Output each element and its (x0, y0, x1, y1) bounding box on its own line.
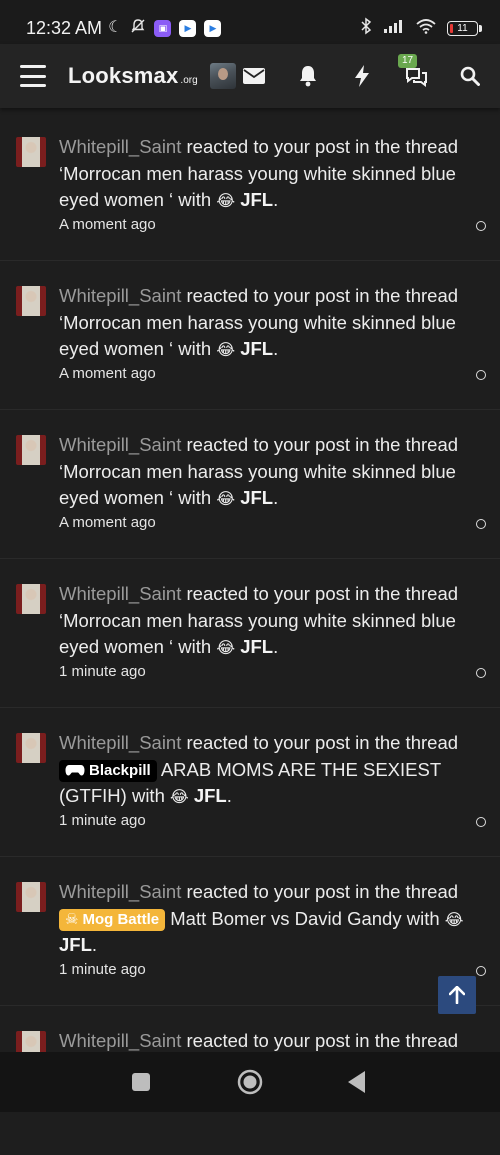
reaction-name: JFL (240, 189, 274, 210)
mark-read-toggle[interactable] (476, 817, 486, 827)
back-button[interactable] (348, 1071, 366, 1098)
mark-read-toggle[interactable] (476, 668, 486, 678)
thread-link[interactable]: Matt Bomer vs David Gandy (165, 908, 401, 929)
thread-prefix-blackpill[interactable]: Blackpill (59, 759, 157, 782)
notification-item[interactable]: Whitepill_Saint reacted to your post in … (0, 261, 500, 410)
bluetooth-icon (359, 17, 373, 40)
twitch-app-icon: ▣ (154, 19, 172, 37)
notification-item[interactable]: Whitepill_Saint reacted to your post in … (0, 410, 500, 559)
bell-icon[interactable] (296, 64, 320, 88)
notification-time: A moment ago (59, 216, 156, 233)
username-link[interactable]: Whitepill_Saint (59, 881, 181, 902)
notification-text: Whitepill_Saint reacted to your post in … (59, 881, 464, 955)
joy-emoji-icon: 😂 (216, 640, 236, 657)
user-avatar[interactable] (209, 63, 236, 89)
username-link[interactable]: Whitepill_Saint (59, 285, 181, 306)
conversations-badge: 17 (398, 54, 418, 68)
skull-icon: ☠ (65, 910, 79, 928)
username-link[interactable]: Whitepill_Saint (59, 732, 181, 753)
notification-item[interactable]: Whitepill_Saint reacted to your post in … (0, 708, 500, 857)
username-link[interactable]: Whitepill_Saint (59, 434, 181, 455)
reaction-name: JFL (59, 934, 92, 955)
battery-level: 11 (457, 22, 468, 34)
status-time: 12:32 AM (26, 17, 103, 38)
notification-item[interactable]: Whitepill_Saint reacted to your post in … (0, 112, 500, 261)
joy-emoji-icon: 😂 (444, 911, 464, 929)
play-store-icon-2: ▶ (204, 19, 222, 37)
notification-time: 1 minute ago (59, 812, 146, 829)
gamepad-icon (65, 764, 85, 775)
muted-notifications-icon (130, 18, 146, 39)
notification-text: Whitepill_Saint reacted to your post in … (59, 434, 459, 508)
arrow-up-icon (449, 986, 465, 1004)
battery-indicator: 11 (447, 20, 482, 36)
joy-emoji-icon: 😂 (216, 193, 236, 210)
username-link[interactable]: Whitepill_Saint (59, 1030, 181, 1051)
joy-emoji-icon: 😂 (216, 491, 236, 508)
scroll-to-top-button[interactable] (438, 976, 476, 1014)
mark-read-toggle[interactable] (476, 370, 486, 380)
thread-prefix-mog-battle[interactable]: ☠ Mog Battle (59, 908, 166, 931)
notification-time: A moment ago (59, 365, 156, 382)
notification-time: 1 minute ago (59, 961, 146, 978)
moon-icon: ☾ (108, 19, 123, 36)
notification-list: Whitepill_Saint reacted to your post in … (0, 112, 500, 1155)
reaction-name: JFL (240, 636, 274, 657)
reaction-name: JFL (240, 338, 274, 359)
reactor-avatar[interactable] (16, 286, 46, 316)
notification-text: Whitepill_Saint reacted to your post in … (59, 285, 459, 359)
notification-text: Whitepill_Saint reacted to your post in … (59, 732, 459, 806)
notification-item[interactable]: Whitepill_Saint reacted to your post in … (0, 559, 500, 708)
username-link[interactable]: Whitepill_Saint (59, 136, 181, 157)
mark-read-toggle[interactable] (476, 221, 486, 231)
reaction-name: JFL (193, 785, 227, 806)
reactor-avatar[interactable] (16, 584, 46, 614)
notification-text: Whitepill_Saint reacted to your post in … (59, 1030, 459, 1051)
logo-tld: .org (180, 75, 198, 86)
site-logo[interactable]: Looksmax .org (68, 63, 198, 89)
notification-text: Whitepill_Saint reacted to your post in … (59, 136, 459, 210)
bolt-icon[interactable] (350, 64, 374, 88)
system-navigation-bar (0, 1052, 500, 1112)
mark-read-toggle[interactable] (476, 966, 486, 976)
joy-emoji-icon: 😂 (170, 789, 189, 806)
search-icon[interactable] (458, 64, 482, 88)
signal-icon (383, 18, 405, 39)
notification-item[interactable]: Whitepill_Saint reacted to your post in … (0, 857, 500, 1006)
notification-time: 1 minute ago (59, 663, 146, 680)
reactor-avatar[interactable] (16, 435, 46, 465)
chat-bubbles-icon[interactable]: 17 (398, 54, 428, 88)
play-store-icon: ▶ (179, 19, 197, 37)
logo-text: Looksmax (68, 63, 179, 88)
notification-text: Whitepill_Saint reacted to your post in … (59, 583, 459, 657)
recents-button[interactable] (132, 1073, 150, 1096)
home-button[interactable] (237, 1069, 263, 1100)
reaction-name: JFL (240, 487, 274, 508)
reactor-avatar[interactable] (16, 882, 46, 912)
top-navbar: Looksmax .org 17 (0, 44, 500, 108)
envelope-icon[interactable] (242, 64, 266, 88)
reactor-avatar[interactable] (16, 137, 46, 167)
reactor-avatar[interactable] (16, 733, 46, 763)
joy-emoji-icon: 😂 (216, 342, 236, 359)
mark-read-toggle[interactable] (476, 519, 486, 529)
notification-time: A moment ago (59, 514, 156, 531)
username-link[interactable]: Whitepill_Saint (59, 583, 181, 604)
wifi-icon (415, 18, 437, 39)
menu-icon[interactable] (20, 65, 46, 87)
